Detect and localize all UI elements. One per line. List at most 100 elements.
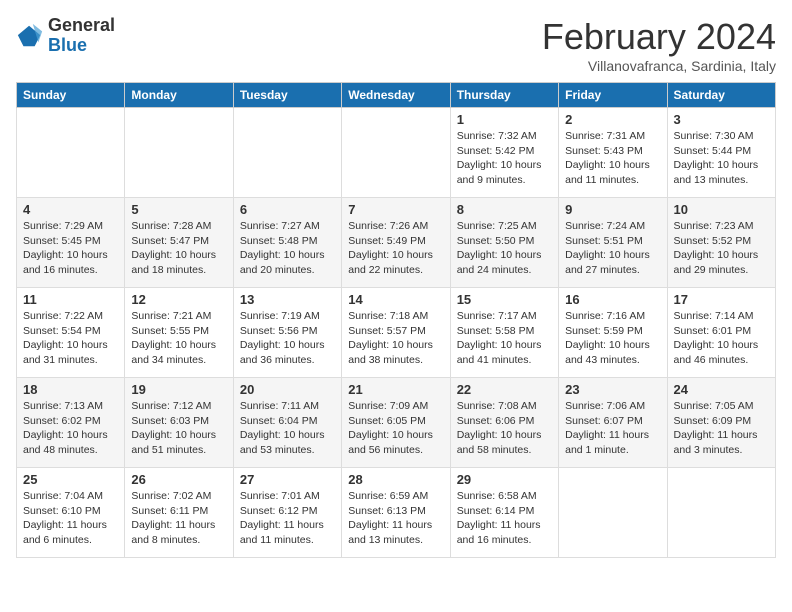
day-cell xyxy=(559,468,667,558)
day-info: Sunrise: 7:32 AMSunset: 5:42 PMDaylight:… xyxy=(457,129,552,188)
day-cell: 9 Sunrise: 7:24 AMSunset: 5:51 PMDayligh… xyxy=(559,198,667,288)
day-cell xyxy=(342,108,450,198)
day-info: Sunrise: 7:22 AMSunset: 5:54 PMDaylight:… xyxy=(23,309,118,368)
day-header-saturday: Saturday xyxy=(667,83,775,108)
header: General Blue February 2024 Villanovafran… xyxy=(16,16,776,74)
day-number: 28 xyxy=(348,472,443,487)
day-cell: 1 Sunrise: 7:32 AMSunset: 5:42 PMDayligh… xyxy=(450,108,558,198)
day-info: Sunrise: 6:59 AMSunset: 6:13 PMDaylight:… xyxy=(348,489,443,548)
day-number: 25 xyxy=(23,472,118,487)
day-cell: 29 Sunrise: 6:58 AMSunset: 6:14 PMDaylig… xyxy=(450,468,558,558)
day-cell: 25 Sunrise: 7:04 AMSunset: 6:10 PMDaylig… xyxy=(17,468,125,558)
day-number: 11 xyxy=(23,292,118,307)
day-info: Sunrise: 7:08 AMSunset: 6:06 PMDaylight:… xyxy=(457,399,552,458)
day-cell: 21 Sunrise: 7:09 AMSunset: 6:05 PMDaylig… xyxy=(342,378,450,468)
day-cell: 22 Sunrise: 7:08 AMSunset: 6:06 PMDaylig… xyxy=(450,378,558,468)
day-cell: 3 Sunrise: 7:30 AMSunset: 5:44 PMDayligh… xyxy=(667,108,775,198)
day-info: Sunrise: 7:18 AMSunset: 5:57 PMDaylight:… xyxy=(348,309,443,368)
day-header-sunday: Sunday xyxy=(17,83,125,108)
week-row-1: 1 Sunrise: 7:32 AMSunset: 5:42 PMDayligh… xyxy=(17,108,776,198)
day-number: 9 xyxy=(565,202,660,217)
logo-blue-text: Blue xyxy=(48,36,115,56)
day-info: Sunrise: 7:21 AMSunset: 5:55 PMDaylight:… xyxy=(131,309,226,368)
subtitle: Villanovafranca, Sardinia, Italy xyxy=(542,58,776,74)
day-number: 29 xyxy=(457,472,552,487)
day-number: 7 xyxy=(348,202,443,217)
day-cell: 23 Sunrise: 7:06 AMSunset: 6:07 PMDaylig… xyxy=(559,378,667,468)
calendar-table: SundayMondayTuesdayWednesdayThursdayFrid… xyxy=(16,82,776,558)
logo: General Blue xyxy=(16,16,115,56)
day-info: Sunrise: 7:24 AMSunset: 5:51 PMDaylight:… xyxy=(565,219,660,278)
day-info: Sunrise: 7:28 AMSunset: 5:47 PMDaylight:… xyxy=(131,219,226,278)
day-cell: 15 Sunrise: 7:17 AMSunset: 5:58 PMDaylig… xyxy=(450,288,558,378)
day-info: Sunrise: 7:16 AMSunset: 5:59 PMDaylight:… xyxy=(565,309,660,368)
day-cell: 19 Sunrise: 7:12 AMSunset: 6:03 PMDaylig… xyxy=(125,378,233,468)
day-info: Sunrise: 6:58 AMSunset: 6:14 PMDaylight:… xyxy=(457,489,552,548)
logo-text: General Blue xyxy=(48,16,115,56)
day-number: 8 xyxy=(457,202,552,217)
day-info: Sunrise: 7:02 AMSunset: 6:11 PMDaylight:… xyxy=(131,489,226,548)
day-info: Sunrise: 7:27 AMSunset: 5:48 PMDaylight:… xyxy=(240,219,335,278)
day-info: Sunrise: 7:06 AMSunset: 6:07 PMDaylight:… xyxy=(565,399,660,458)
day-header-friday: Friday xyxy=(559,83,667,108)
day-cell: 20 Sunrise: 7:11 AMSunset: 6:04 PMDaylig… xyxy=(233,378,341,468)
day-header-thursday: Thursday xyxy=(450,83,558,108)
day-cell xyxy=(125,108,233,198)
week-row-5: 25 Sunrise: 7:04 AMSunset: 6:10 PMDaylig… xyxy=(17,468,776,558)
day-number: 21 xyxy=(348,382,443,397)
day-number: 10 xyxy=(674,202,769,217)
day-cell: 5 Sunrise: 7:28 AMSunset: 5:47 PMDayligh… xyxy=(125,198,233,288)
day-header-tuesday: Tuesday xyxy=(233,83,341,108)
day-cell: 27 Sunrise: 7:01 AMSunset: 6:12 PMDaylig… xyxy=(233,468,341,558)
day-number: 24 xyxy=(674,382,769,397)
day-info: Sunrise: 7:01 AMSunset: 6:12 PMDaylight:… xyxy=(240,489,335,548)
day-cell: 13 Sunrise: 7:19 AMSunset: 5:56 PMDaylig… xyxy=(233,288,341,378)
day-info: Sunrise: 7:09 AMSunset: 6:05 PMDaylight:… xyxy=(348,399,443,458)
day-number: 5 xyxy=(131,202,226,217)
day-cell: 26 Sunrise: 7:02 AMSunset: 6:11 PMDaylig… xyxy=(125,468,233,558)
day-number: 16 xyxy=(565,292,660,307)
day-info: Sunrise: 7:11 AMSunset: 6:04 PMDaylight:… xyxy=(240,399,335,458)
day-number: 2 xyxy=(565,112,660,127)
month-title: February 2024 xyxy=(542,16,776,58)
day-header-wednesday: Wednesday xyxy=(342,83,450,108)
day-number: 18 xyxy=(23,382,118,397)
day-info: Sunrise: 7:05 AMSunset: 6:09 PMDaylight:… xyxy=(674,399,769,458)
week-row-4: 18 Sunrise: 7:13 AMSunset: 6:02 PMDaylig… xyxy=(17,378,776,468)
day-cell: 12 Sunrise: 7:21 AMSunset: 5:55 PMDaylig… xyxy=(125,288,233,378)
day-info: Sunrise: 7:23 AMSunset: 5:52 PMDaylight:… xyxy=(674,219,769,278)
day-cell: 18 Sunrise: 7:13 AMSunset: 6:02 PMDaylig… xyxy=(17,378,125,468)
day-info: Sunrise: 7:31 AMSunset: 5:43 PMDaylight:… xyxy=(565,129,660,188)
day-number: 22 xyxy=(457,382,552,397)
day-info: Sunrise: 7:25 AMSunset: 5:50 PMDaylight:… xyxy=(457,219,552,278)
title-area: February 2024 Villanovafranca, Sardinia,… xyxy=(542,16,776,74)
day-number: 4 xyxy=(23,202,118,217)
day-cell: 10 Sunrise: 7:23 AMSunset: 5:52 PMDaylig… xyxy=(667,198,775,288)
day-info: Sunrise: 7:19 AMSunset: 5:56 PMDaylight:… xyxy=(240,309,335,368)
day-cell: 7 Sunrise: 7:26 AMSunset: 5:49 PMDayligh… xyxy=(342,198,450,288)
day-cell xyxy=(667,468,775,558)
day-number: 26 xyxy=(131,472,226,487)
day-number: 19 xyxy=(131,382,226,397)
day-number: 1 xyxy=(457,112,552,127)
day-cell xyxy=(17,108,125,198)
day-info: Sunrise: 7:17 AMSunset: 5:58 PMDaylight:… xyxy=(457,309,552,368)
day-number: 23 xyxy=(565,382,660,397)
day-info: Sunrise: 7:26 AMSunset: 5:49 PMDaylight:… xyxy=(348,219,443,278)
day-number: 20 xyxy=(240,382,335,397)
logo-general: General xyxy=(48,16,115,36)
day-number: 17 xyxy=(674,292,769,307)
day-number: 12 xyxy=(131,292,226,307)
day-cell: 16 Sunrise: 7:16 AMSunset: 5:59 PMDaylig… xyxy=(559,288,667,378)
week-row-2: 4 Sunrise: 7:29 AMSunset: 5:45 PMDayligh… xyxy=(17,198,776,288)
day-cell: 2 Sunrise: 7:31 AMSunset: 5:43 PMDayligh… xyxy=(559,108,667,198)
day-number: 15 xyxy=(457,292,552,307)
day-info: Sunrise: 7:04 AMSunset: 6:10 PMDaylight:… xyxy=(23,489,118,548)
day-cell: 4 Sunrise: 7:29 AMSunset: 5:45 PMDayligh… xyxy=(17,198,125,288)
day-cell xyxy=(233,108,341,198)
day-cell: 24 Sunrise: 7:05 AMSunset: 6:09 PMDaylig… xyxy=(667,378,775,468)
day-cell: 6 Sunrise: 7:27 AMSunset: 5:48 PMDayligh… xyxy=(233,198,341,288)
logo-icon xyxy=(16,22,44,50)
day-number: 14 xyxy=(348,292,443,307)
day-info: Sunrise: 7:12 AMSunset: 6:03 PMDaylight:… xyxy=(131,399,226,458)
